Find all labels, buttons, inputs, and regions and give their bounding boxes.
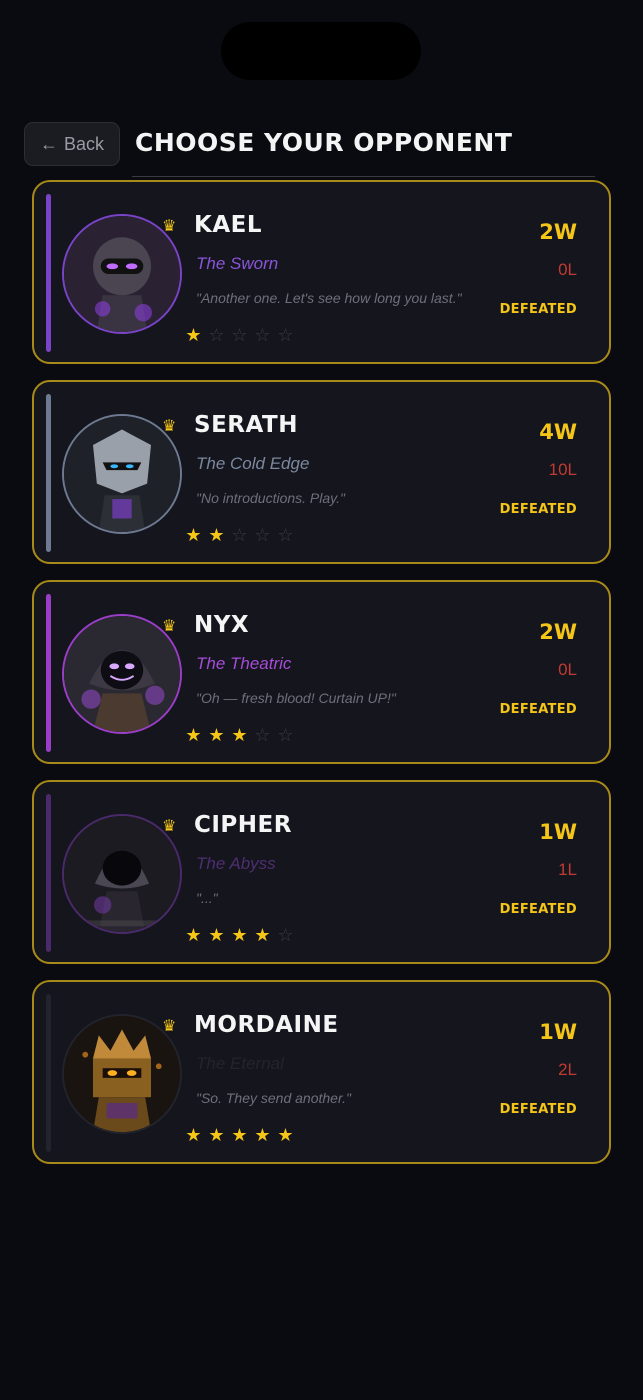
star-filled-icon: ★ xyxy=(185,925,202,946)
crown-icon: ♛ xyxy=(162,616,177,635)
losses-count: 1L xyxy=(558,860,577,879)
opponent-name: SERATH xyxy=(194,412,298,438)
star-filled-icon: ★ xyxy=(254,1125,271,1146)
star-filled-icon: ★ xyxy=(231,925,248,946)
wins-count: 4W xyxy=(539,420,577,444)
opponent-card[interactable]: ♛ MORDAINE The Eternal "So. They send an… xyxy=(32,980,611,1164)
star-empty-icon: ☆ xyxy=(254,725,271,746)
difficulty-rating: ★ ★ ☆ ☆ ☆ xyxy=(184,526,295,546)
difficulty-rating: ★ ★ ★ ☆ ☆ xyxy=(184,726,295,746)
star-filled-icon: ★ xyxy=(185,1125,202,1146)
star-empty-icon: ☆ xyxy=(277,925,294,946)
crown-icon: ♛ xyxy=(162,1016,177,1035)
opponent-card[interactable]: ♛ NYX The Theatric "Oh — fresh blood! Cu… xyxy=(32,580,611,764)
wins-count: 1W xyxy=(539,1020,577,1044)
opponent-quote: "Oh — fresh blood! Curtain UP!" xyxy=(196,690,396,706)
star-filled-icon: ★ xyxy=(185,325,202,346)
header: ← Back CHOOSE YOUR OPPONENT xyxy=(0,120,643,168)
star-filled-icon: ★ xyxy=(231,1125,248,1146)
page-title: CHOOSE YOUR OPPONENT xyxy=(135,128,513,157)
star-filled-icon: ★ xyxy=(185,525,202,546)
star-filled-icon: ★ xyxy=(208,725,225,746)
difficulty-rating: ★ ☆ ☆ ☆ ☆ xyxy=(184,326,295,346)
losses-count: 0L xyxy=(558,660,577,679)
back-button[interactable]: ← Back xyxy=(24,122,120,166)
crown-icon: ♛ xyxy=(162,816,177,835)
status-badge: DEFEATED xyxy=(499,902,577,917)
status-badge: DEFEATED xyxy=(499,302,577,317)
status-badge: DEFEATED xyxy=(499,702,577,717)
header-divider xyxy=(132,176,595,177)
card-accent-bar xyxy=(46,794,51,952)
opponent-card[interactable]: ♛ SERATH The Cold Edge "No introductions… xyxy=(32,380,611,564)
star-filled-icon: ★ xyxy=(185,725,202,746)
opponent-title: The Cold Edge xyxy=(196,454,310,473)
opponent-quote: "So. They send another." xyxy=(196,1090,351,1106)
wins-count: 1W xyxy=(539,820,577,844)
losses-count: 10L xyxy=(548,460,577,479)
opponent-name: MORDAINE xyxy=(194,1012,339,1038)
card-accent-bar xyxy=(46,194,51,352)
star-empty-icon: ☆ xyxy=(277,525,294,546)
opponent-title: The Abyss xyxy=(196,854,276,873)
star-empty-icon: ☆ xyxy=(254,525,271,546)
crown-icon: ♛ xyxy=(162,416,177,435)
star-filled-icon: ★ xyxy=(208,1125,225,1146)
star-filled-icon: ★ xyxy=(208,925,225,946)
star-filled-icon: ★ xyxy=(208,525,225,546)
difficulty-rating: ★ ★ ★ ★ ☆ xyxy=(184,926,295,946)
star-empty-icon: ☆ xyxy=(277,325,294,346)
opponent-title: The Eternal xyxy=(196,1054,284,1073)
wins-count: 2W xyxy=(539,620,577,644)
card-accent-bar xyxy=(46,994,51,1152)
back-button-label: Back xyxy=(63,133,105,154)
opponent-card[interactable]: ♛ CIPHER The Abyss "..." ★ ★ ★ ★ ☆ 1W 1L DEF… xyxy=(32,780,611,964)
crown-icon: ♛ xyxy=(162,216,177,235)
opponent-name: CIPHER xyxy=(194,812,292,838)
status-badge: DEFEATED xyxy=(499,502,577,517)
opponent-quote: "Another one. Let's see how long you las… xyxy=(196,290,462,306)
opponent-title: The Theatric xyxy=(196,654,292,673)
star-empty-icon: ☆ xyxy=(277,725,294,746)
star-filled-icon: ★ xyxy=(277,1125,294,1146)
opponent-quote: "..." xyxy=(196,890,218,906)
opponent-name: KAEL xyxy=(194,212,262,238)
opponent-title: The Sworn xyxy=(196,254,279,273)
card-accent-bar xyxy=(46,594,51,752)
star-filled-icon: ★ xyxy=(231,725,248,746)
star-empty-icon: ☆ xyxy=(231,525,248,546)
losses-count: 0L xyxy=(558,260,577,279)
opponent-card[interactable]: ♛ KAEL The Sworn "Another one. Let's see… xyxy=(32,180,611,364)
star-empty-icon: ☆ xyxy=(208,325,225,346)
star-filled-icon: ★ xyxy=(254,925,271,946)
status-badge: DEFEATED xyxy=(499,1102,577,1117)
arrow-left-icon: ← xyxy=(39,133,58,154)
star-empty-icon: ☆ xyxy=(254,325,271,346)
camera-notch xyxy=(221,22,421,80)
star-empty-icon: ☆ xyxy=(231,325,248,346)
losses-count: 2L xyxy=(558,1060,577,1079)
opponent-name: NYX xyxy=(194,612,250,638)
card-accent-bar xyxy=(46,394,51,552)
opponent-quote: "No introductions. Play." xyxy=(196,490,345,506)
difficulty-rating: ★ ★ ★ ★ ★ xyxy=(184,1126,295,1146)
wins-count: 2W xyxy=(539,220,577,244)
